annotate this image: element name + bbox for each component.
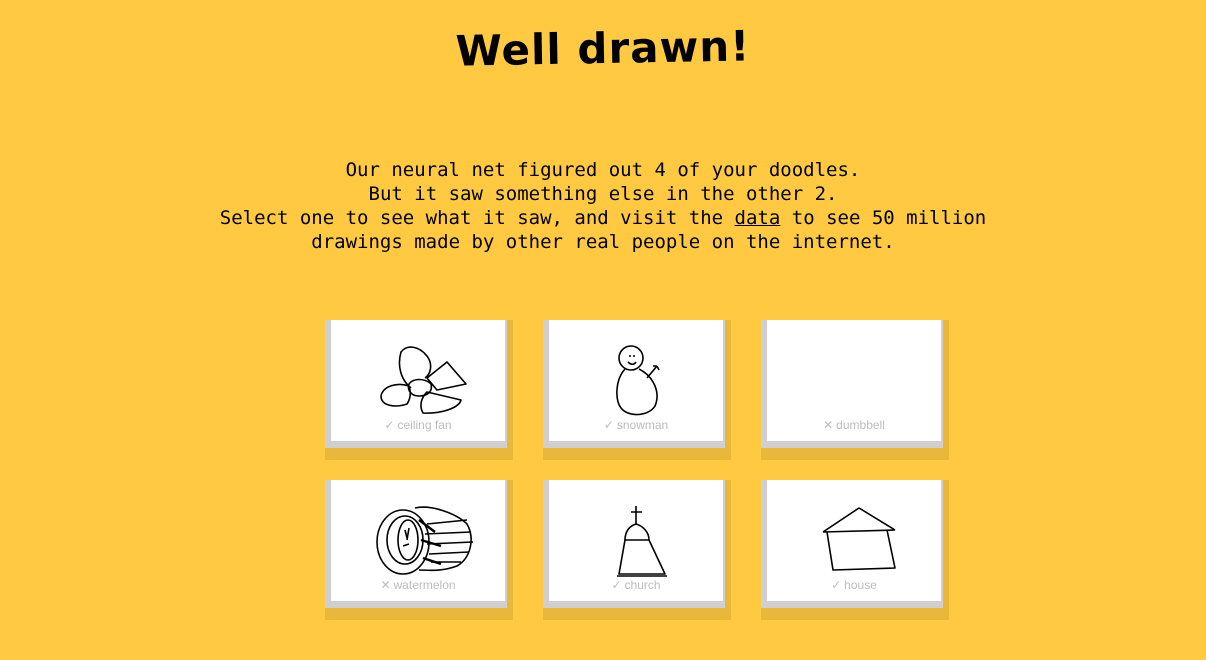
card-face: ✕ watermelon [331,480,505,601]
card-face: ✓ house [767,480,941,601]
message-line-3-start: Select one to see what it saw, and visit… [219,207,735,229]
doodle-card-snowman[interactable]: ✓ snowman [543,320,731,462]
doodle-card-watermelon[interactable]: ✕ watermelon [325,480,513,622]
message-line-2: But it saw something else in the other 2… [368,183,838,205]
card-face: ✓ ceiling fan [331,320,505,441]
data-link[interactable]: data [735,207,781,229]
message-line-4: drawings made by other real people on th… [311,231,895,253]
doodle-label: ✓ house [767,578,941,592]
page-title: Well drawn! [455,21,751,76]
card-face: ✕ dumbbell [767,320,941,441]
doodle-label: ✕ dumbbell [767,418,941,432]
message-line-3-end: to see 50 million [780,207,987,229]
check-icon: ✓ [603,418,614,432]
check-icon: ✓ [831,578,842,592]
doodle-card-church[interactable]: ✓ church [543,480,731,622]
doodle-card-dumbbell[interactable]: ✕ dumbbell [761,320,949,462]
doodle-card-ceiling-fan[interactable]: ✓ ceiling fan [325,320,513,462]
message-line-1: Our neural net figured out 4 of your doo… [345,159,861,181]
result-message: Our neural net figured out 4 of your doo… [0,158,1206,254]
doodle-card-house[interactable]: ✓ house [761,480,949,622]
card-face: ✓ church [549,480,723,601]
cross-icon: ✕ [823,418,834,432]
doodle-name: watermelon [393,578,456,592]
doodle-name: church [624,578,661,592]
doodle-name: snowman [616,418,669,432]
check-icon: ✓ [384,418,395,432]
doodle-name: house [844,578,877,592]
message-line-3: Select one to see what it saw, and visit… [0,206,1206,230]
doodle-label: ✓ snowman [549,418,723,432]
card-face: ✓ snowman [549,320,723,441]
cross-icon: ✕ [380,578,391,592]
doodle-label: ✕ watermelon [331,578,505,592]
doodle-label: ✓ ceiling fan [331,418,505,432]
doodle-name: ceiling fan [397,418,452,432]
doodle-name: dumbbell [836,418,885,432]
check-icon: ✓ [611,578,622,592]
doodle-label: ✓ church [549,578,723,592]
